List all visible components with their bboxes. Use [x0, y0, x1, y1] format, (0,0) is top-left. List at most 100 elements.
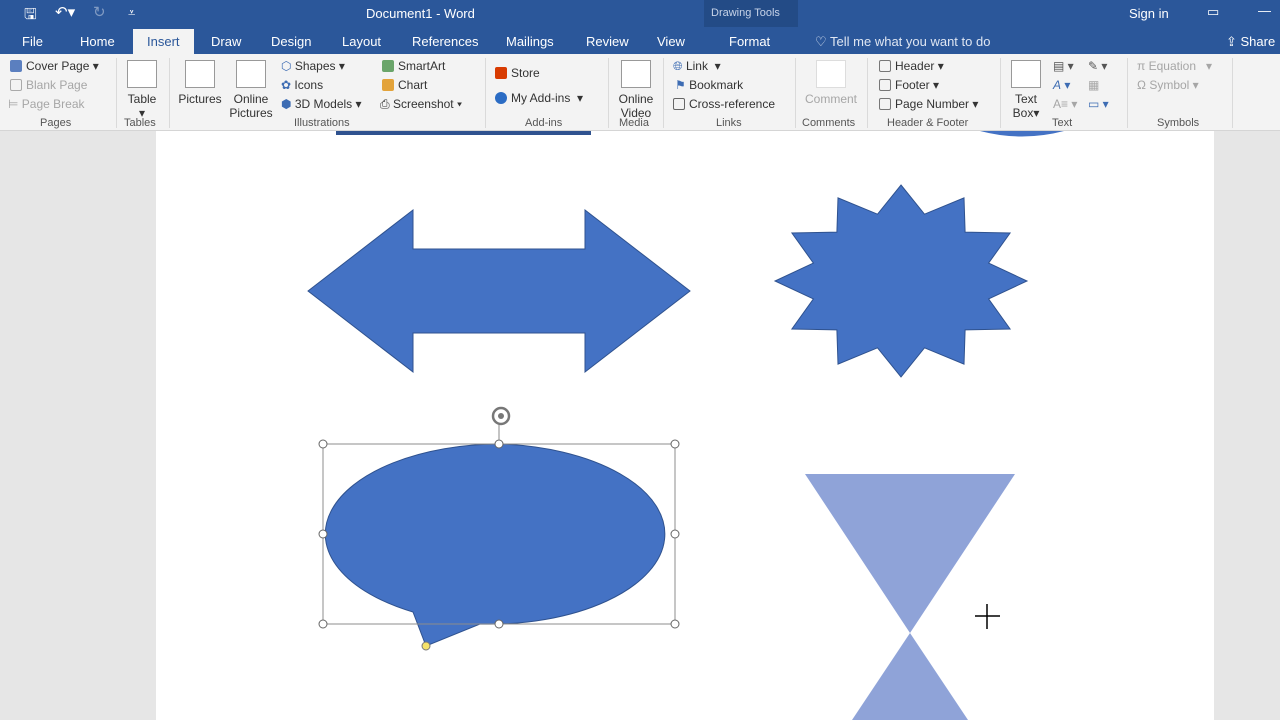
- store-label: Store: [511, 66, 540, 80]
- online-pictures-button[interactable]: Online Pictures: [227, 60, 275, 120]
- link-button[interactable]: 🌐︎ Link ▾: [673, 59, 721, 74]
- tab-references[interactable]: References: [412, 34, 478, 49]
- tab-home[interactable]: Home: [80, 34, 115, 49]
- share-label: Share: [1240, 34, 1276, 49]
- store-button[interactable]: Store: [495, 66, 540, 80]
- wordart-button[interactable]: A ▾: [1053, 78, 1070, 92]
- comment-icon: [816, 60, 846, 88]
- online-video-label: Online: [618, 92, 654, 106]
- chart-label: Chart: [398, 78, 428, 92]
- cross-reference-label: Cross-reference: [689, 97, 776, 111]
- hourglass-top-triangle[interactable]: [805, 474, 1015, 633]
- online-video-button[interactable]: Online Video: [614, 60, 658, 120]
- divider: [1232, 58, 1233, 128]
- tab-view[interactable]: View: [657, 34, 685, 49]
- divider: [1000, 58, 1001, 128]
- tell-me-search[interactable]: ♡ Tell me what you want to do: [815, 34, 990, 50]
- header-button[interactable]: Header ▾: [879, 59, 944, 73]
- speech-bubble-shape[interactable]: [324, 443, 666, 647]
- date-time-button[interactable]: ▦: [1088, 78, 1099, 92]
- group-tables-label: Tables: [124, 117, 156, 129]
- my-addins-button[interactable]: My Add-ins ▾: [495, 91, 583, 105]
- adjustment-handle[interactable]: [421, 641, 431, 651]
- tab-design[interactable]: Design: [271, 34, 311, 49]
- lightbulb-icon: ♡: [815, 34, 831, 49]
- screenshot-label: Screenshot: [392, 97, 454, 111]
- tab-mailings[interactable]: Mailings: [506, 34, 554, 49]
- equation-label: Equation: [1148, 59, 1196, 73]
- undo-icon[interactable]: ↶▾: [55, 3, 75, 21]
- document-title: Document1 - Word: [366, 6, 475, 21]
- page-break-label: Page Break: [21, 97, 85, 111]
- left-right-arrow-shape[interactable]: [307, 208, 691, 374]
- drop-cap-button[interactable]: A≡ ▾: [1053, 97, 1077, 111]
- cross-reference-icon: [673, 98, 685, 110]
- page-number-icon: [879, 98, 891, 110]
- partial-shape-top[interactable]: [336, 131, 591, 135]
- comment-label: Comment: [804, 92, 857, 106]
- rotate-handle-icon[interactable]: [491, 406, 511, 426]
- group-illustrations-label: Illustrations: [294, 117, 350, 129]
- signature-line-button[interactable]: ✎ ▾: [1088, 59, 1107, 73]
- group-links-label: Links: [716, 117, 742, 129]
- 3d-models-label: 3D Models: [294, 97, 353, 111]
- smartart-button[interactable]: SmartArt: [382, 59, 445, 73]
- text-box-icon: [1011, 60, 1041, 88]
- share-button[interactable]: ⇪ Share: [1226, 34, 1275, 50]
- cover-page-button[interactable]: Cover Page ▾: [10, 59, 99, 73]
- icons-label: Icons: [294, 78, 324, 92]
- equation-button[interactable]: π Equation ▾: [1137, 59, 1212, 73]
- group-pages-label: Pages: [40, 117, 72, 129]
- symbol-button[interactable]: Ω Symbol ▾: [1137, 78, 1199, 92]
- screenshot-icon: ⎙: [380, 97, 393, 111]
- quick-parts-button[interactable]: ▤ ▾: [1053, 59, 1074, 73]
- icons-button[interactable]: ✿ Icons: [281, 78, 323, 92]
- tab-insert[interactable]: Insert: [133, 29, 194, 54]
- partial-ellipse-top[interactable]: [980, 131, 1064, 137]
- page-number-button[interactable]: Page Number ▾: [879, 97, 978, 111]
- blank-page-button[interactable]: Blank Page: [10, 78, 87, 92]
- table-button[interactable]: Table ▾: [124, 60, 160, 120]
- pi-icon: π: [1137, 59, 1149, 73]
- symbol-label: Symbol: [1149, 78, 1190, 92]
- cross-reference-button[interactable]: Cross-reference: [673, 97, 775, 111]
- ribbon-display-icon[interactable]: ▭: [1207, 4, 1219, 20]
- group-header-footer-label: Header & Footer: [887, 117, 969, 129]
- tab-format[interactable]: Format: [729, 34, 770, 49]
- object-button[interactable]: ▭ ▾: [1088, 97, 1109, 111]
- chart-button[interactable]: Chart: [382, 78, 427, 92]
- tab-draw[interactable]: Draw: [211, 34, 241, 49]
- tab-file[interactable]: File: [22, 34, 43, 49]
- save-icon[interactable]: 🖫: [24, 4, 37, 29]
- tab-review[interactable]: Review: [586, 34, 629, 49]
- shapes-button[interactable]: ⬡ Shapes ▾: [281, 59, 345, 73]
- pictures-label-2: Pictures: [229, 106, 273, 120]
- redo-icon[interactable]: ↻: [93, 3, 106, 21]
- divider: [485, 58, 486, 128]
- blank-page-label: Blank Page: [26, 78, 88, 92]
- customize-icon[interactable]: ⩡: [128, 5, 135, 21]
- pictures-button[interactable]: Pictures: [176, 60, 224, 106]
- table-icon: [127, 60, 157, 88]
- bookmark-button[interactable]: ⚑ Bookmark: [675, 78, 743, 92]
- comment-button[interactable]: Comment: [800, 60, 862, 106]
- header-label: Header: [895, 59, 935, 73]
- tab-layout[interactable]: Layout: [342, 34, 381, 49]
- sign-in-link[interactable]: Sign in: [1129, 6, 1169, 21]
- minimize-icon[interactable]: —: [1258, 3, 1271, 18]
- footer-button[interactable]: Footer ▾: [879, 78, 939, 92]
- star-12-point-shape[interactable]: [773, 184, 1029, 378]
- hourglass-bottom-triangle[interactable]: [852, 633, 968, 720]
- group-addins-label: Add-ins: [525, 117, 563, 129]
- footer-label: Footer: [895, 78, 930, 92]
- page-break-button[interactable]: ⊨ Page Break: [8, 97, 85, 111]
- pictures-icon: [185, 60, 215, 88]
- ribbon-tabs: File Home Insert Draw Design Layout Refe…: [0, 27, 1280, 54]
- divider: [169, 58, 170, 128]
- 3d-models-button[interactable]: ⬢ 3D Models ▾: [281, 97, 362, 111]
- text-box-button[interactable]: Text Box▾: [1008, 60, 1044, 120]
- screenshot-button[interactable]: ⎙ Screenshot ▾: [380, 97, 462, 112]
- online-video-icon: [621, 60, 651, 88]
- my-addins-icon: [495, 92, 507, 104]
- box-label: Box: [1012, 106, 1034, 120]
